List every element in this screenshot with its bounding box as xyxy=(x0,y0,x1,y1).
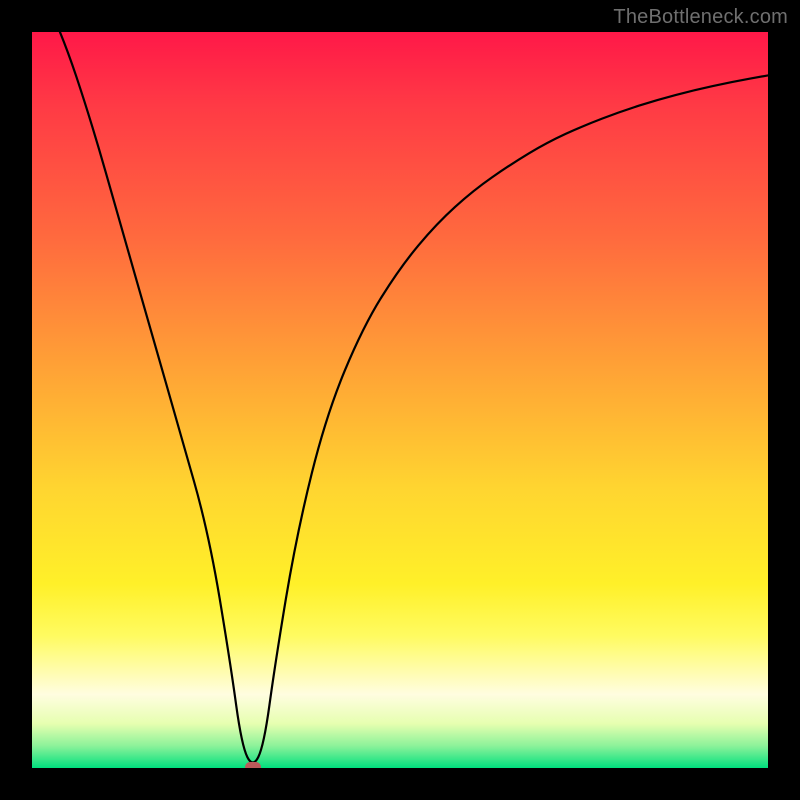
optimum-marker xyxy=(245,762,261,768)
bottleneck-curve-path xyxy=(32,32,768,763)
plot-area xyxy=(32,32,768,768)
curve-svg xyxy=(32,32,768,768)
chart-container: TheBottleneck.com xyxy=(0,0,800,800)
watermark-text: TheBottleneck.com xyxy=(613,6,788,29)
